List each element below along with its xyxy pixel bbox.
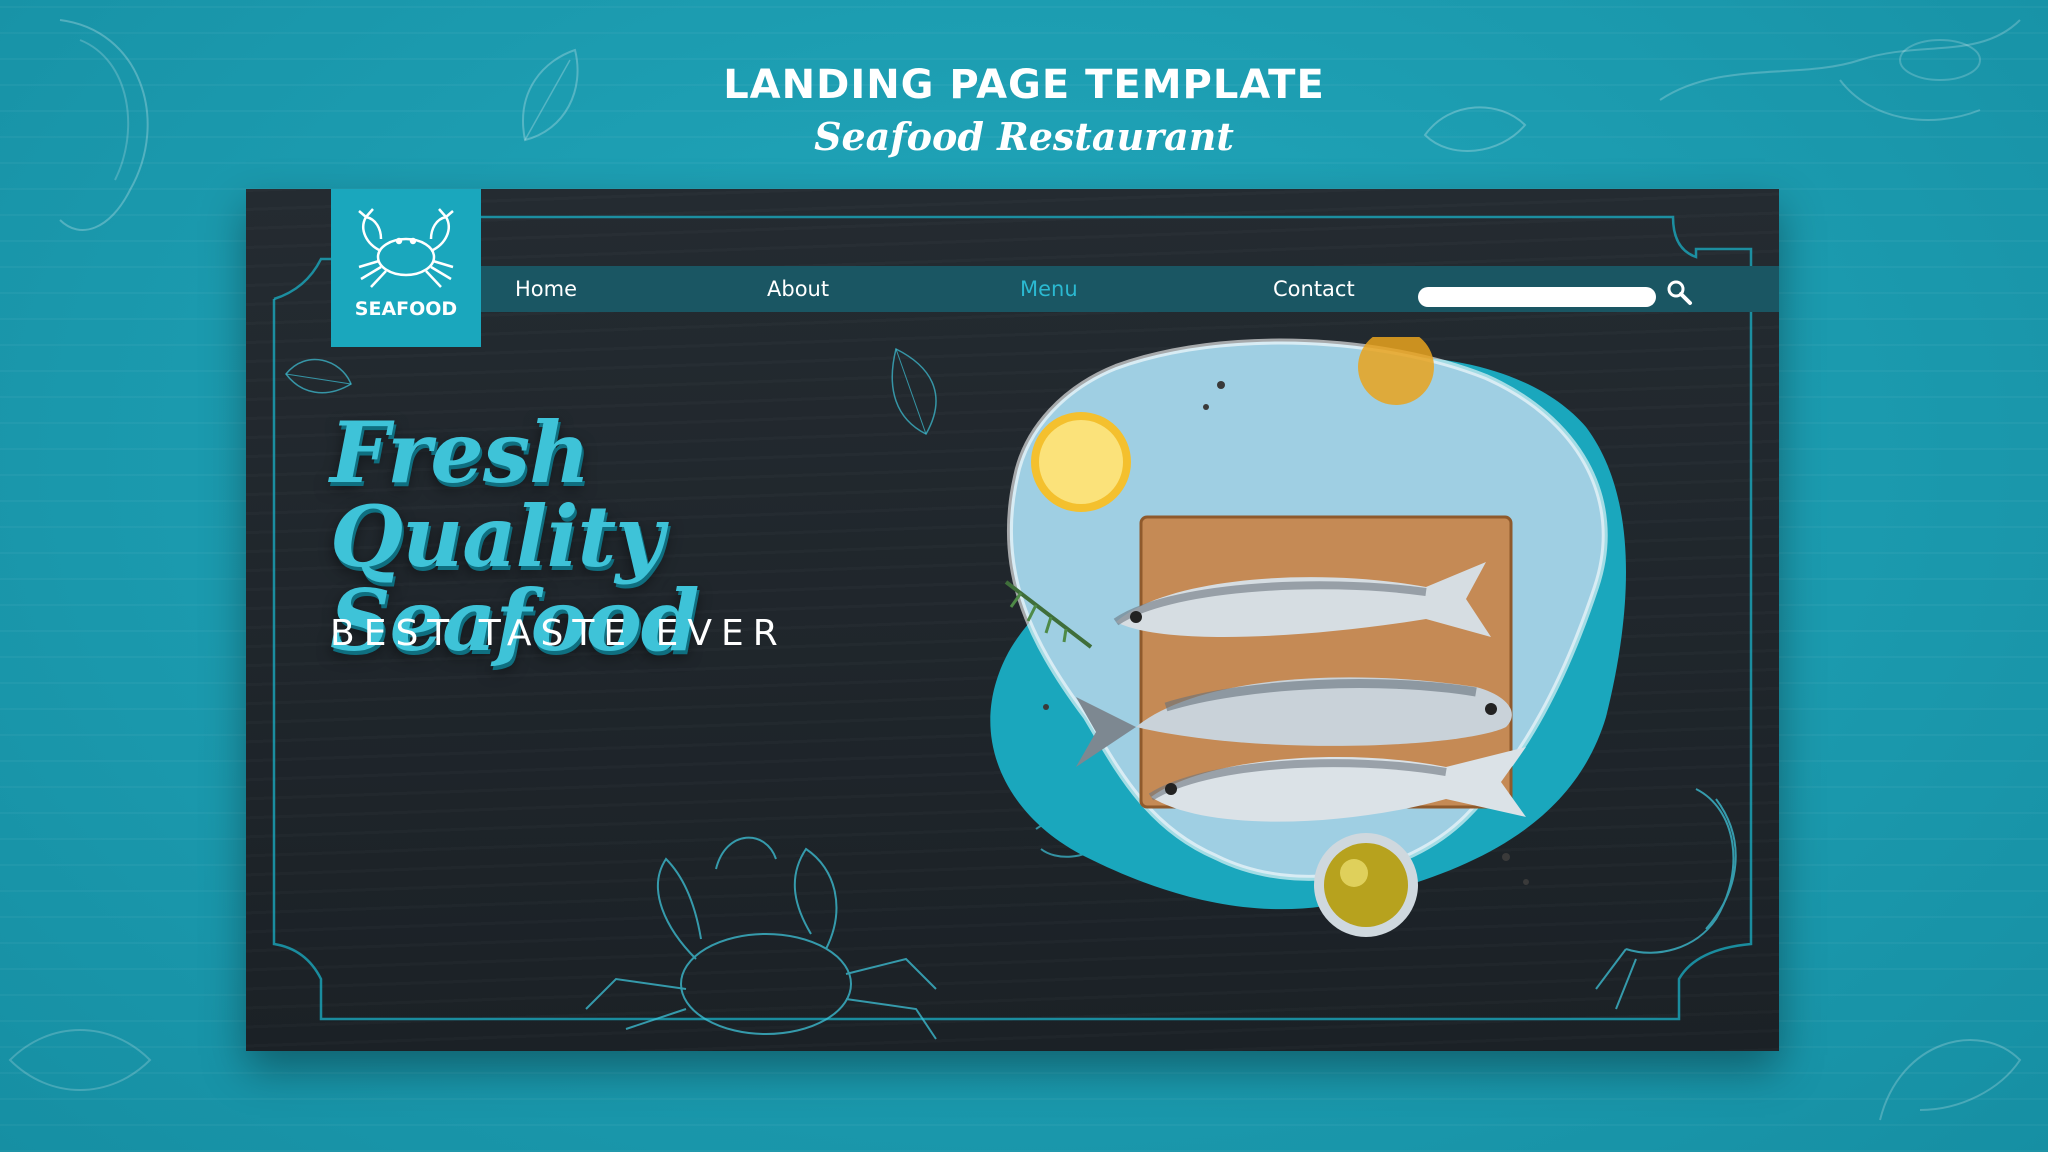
nav-item-contact[interactable]: Contact	[1273, 266, 1355, 312]
search-icon[interactable]	[1666, 279, 1694, 307]
page-subtitle: Seafood Restaurant	[814, 114, 1234, 159]
search-input[interactable]	[1418, 287, 1656, 307]
shrimp-sketch-icon	[1879, 1039, 2022, 1121]
crab-doodle-icon	[585, 836, 937, 1040]
logo[interactable]: SEAFOOD	[331, 189, 481, 347]
fish-on-cutting-board-photo	[990, 337, 1626, 937]
page-title: LANDING PAGE TEMPLATE	[723, 62, 1325, 108]
nav-item-about[interactable]: About	[767, 266, 829, 312]
crab-sketch-icon	[8, 1029, 152, 1091]
crab-icon	[358, 208, 454, 288]
nav-item-home[interactable]: Home	[515, 266, 577, 312]
logo-text: SEAFOOD	[354, 298, 458, 320]
hero-tagline: BEST TASTE EVER	[330, 613, 787, 654]
nav-item-menu[interactable]: Menu	[1020, 266, 1078, 312]
landing-page-mockup: SEAFOOD Home About Menu Contact Fresh Qu…	[246, 189, 1779, 1051]
